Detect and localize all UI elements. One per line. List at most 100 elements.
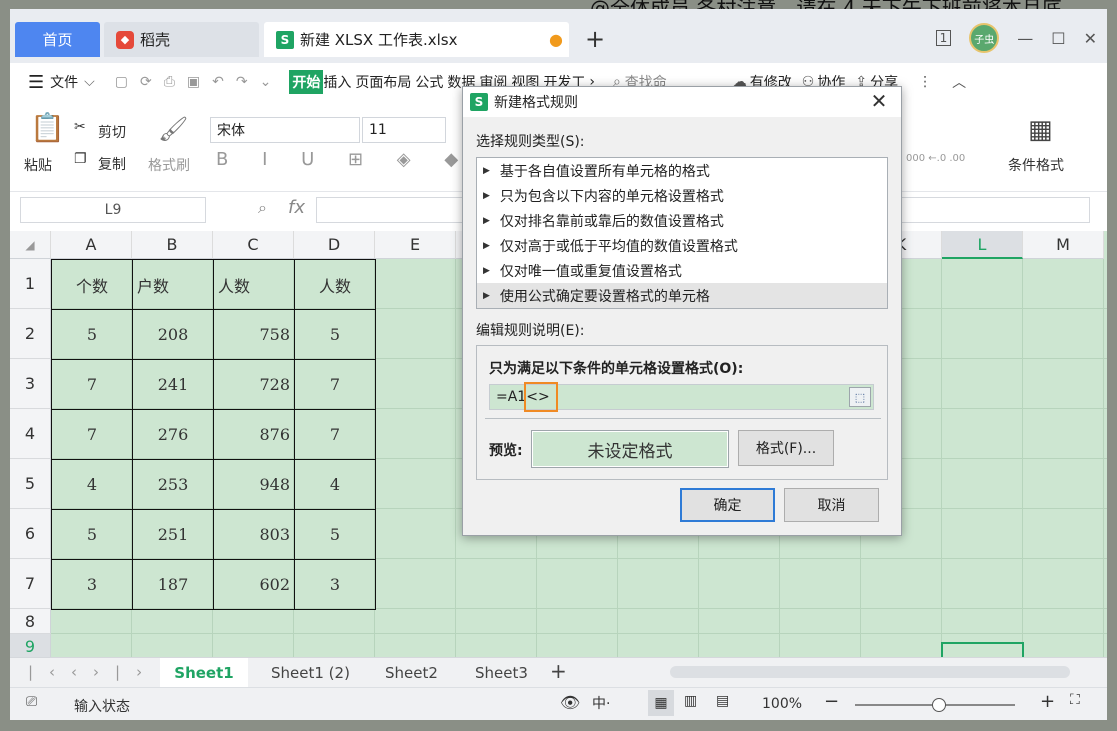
rule-type-item[interactable]: ▶ 只为包含以下内容的单元格设置格式 (477, 183, 887, 208)
table-cell[interactable]: 276 (132, 409, 214, 460)
row-header-1[interactable]: 1 (10, 259, 51, 309)
table-cell[interactable]: 241 (132, 359, 214, 410)
font-select[interactable]: 宋体 (210, 117, 360, 143)
table-cell[interactable]: 个数 (51, 259, 133, 310)
fx-button[interactable]: fx (288, 197, 305, 218)
table-cell[interactable]: 7 (294, 359, 376, 410)
column-header-B[interactable]: B (132, 231, 213, 259)
reading-view-icon[interactable]: ▤ (716, 693, 729, 709)
cancel-button[interactable]: 取消 (784, 488, 879, 522)
table-cell[interactable]: 5 (294, 509, 376, 560)
zoom-out-button[interactable]: − (824, 691, 839, 712)
number-format-icons[interactable]: 000 ←.0 .00 (906, 153, 965, 164)
menu-start[interactable]: 开始 (289, 70, 324, 94)
add-sheet-button[interactable]: + (550, 659, 567, 683)
table-cell[interactable]: 251 (132, 509, 214, 560)
zoom-slider-thumb[interactable] (932, 698, 946, 712)
column-header-C[interactable]: C (213, 231, 294, 259)
macro-record-icon[interactable]: ⎚ (26, 694, 37, 710)
table-cell[interactable]: 7 (51, 359, 133, 410)
row-header-7[interactable]: 7 (10, 559, 51, 609)
table-cell[interactable]: 人数 (294, 259, 376, 310)
menu-page-layout[interactable]: 页面布局 (355, 72, 411, 92)
close-window-button[interactable]: ✕ (1084, 29, 1097, 48)
table-cell[interactable]: 758 (213, 309, 295, 360)
menu-formula[interactable]: 公式 (415, 72, 443, 92)
rule-type-item[interactable]: ▶ 使用公式确定要设置格式的单元格 (477, 283, 887, 308)
tab-current-file[interactable]: S 新建 XLSX 工作表.xlsx ● (264, 22, 569, 57)
table-cell[interactable]: 7 (51, 409, 133, 460)
row-header-6[interactable]: 6 (10, 509, 51, 559)
paste-button[interactable]: 粘贴 (24, 155, 52, 175)
column-header-L[interactable]: L (942, 231, 1023, 259)
table-cell[interactable]: 3 (51, 559, 133, 610)
paste-icon[interactable]: 📋 (30, 111, 65, 144)
table-cell[interactable]: 户数 (132, 259, 214, 310)
minimize-button[interactable]: — (1017, 29, 1033, 48)
row-header-5[interactable]: 5 (10, 459, 51, 509)
cut-button[interactable]: 剪切 (98, 122, 126, 142)
table-cell[interactable]: 602 (213, 559, 295, 610)
font-size-select[interactable]: 11 (362, 117, 446, 143)
hamburger-icon[interactable]: ☰ (28, 72, 44, 93)
table-cell[interactable]: 253 (132, 459, 214, 510)
maximize-button[interactable]: ☐ (1051, 29, 1065, 48)
conditional-format-icon[interactable]: ▦ (1028, 115, 1053, 145)
dialog-close-button[interactable]: ✕ (869, 89, 889, 113)
row-header-2[interactable]: 2 (10, 309, 51, 359)
sheet-tab-sheet3[interactable]: Sheet3 (475, 664, 528, 682)
avatar[interactable]: 子虫 (969, 23, 1000, 53)
collapse-ribbon-icon[interactable]: ︿ (952, 72, 966, 92)
menu-insert[interactable]: 插入 (323, 72, 351, 92)
tab-home[interactable]: 首页 (15, 22, 100, 57)
select-all-corner[interactable]: ◢ (10, 231, 51, 259)
more-menu-icon[interactable]: ⋮ (918, 74, 932, 90)
sheet-tab-sheet2[interactable]: Sheet2 (385, 664, 438, 682)
table-cell[interactable]: 5 (51, 509, 133, 560)
zoom-level[interactable]: 100% (762, 696, 802, 712)
table-cell[interactable]: 187 (132, 559, 214, 610)
table-cell[interactable]: 3 (294, 559, 376, 610)
row-header-3[interactable]: 3 (10, 359, 51, 409)
row-header-9[interactable]: 9 (10, 634, 51, 659)
rule-type-item[interactable]: ▶ 仅对唯一值或重复值设置格式 (477, 258, 887, 283)
zoom-in-button[interactable]: + (1040, 691, 1055, 712)
page-break-view-icon[interactable]: ▥ (684, 693, 697, 709)
table-cell[interactable]: 876 (213, 409, 295, 460)
table-cell[interactable]: 728 (213, 359, 295, 410)
format-painter-icon[interactable]: 🖌 (158, 115, 188, 143)
formula-field[interactable]: =A1<> ⬚ (489, 382, 874, 412)
workspace-badge[interactable]: 1 (935, 30, 952, 46)
table-cell[interactable]: 4 (294, 459, 376, 510)
menu-file[interactable]: 文件 (50, 72, 78, 92)
table-cell[interactable]: 人数 (213, 259, 295, 310)
sheet-tab-sheet1-2[interactable]: Sheet1 (2) (271, 664, 350, 682)
rule-type-item[interactable]: ▶ 仅对高于或低于平均值的数值设置格式 (477, 233, 887, 258)
zoom-slider[interactable] (855, 698, 1015, 712)
row-header-8[interactable]: 8 (10, 609, 51, 634)
name-box[interactable]: L9 (20, 197, 206, 223)
range-select-icon[interactable]: ⬚ (849, 387, 871, 407)
table-cell[interactable]: 208 (132, 309, 214, 360)
conditional-format-button[interactable]: 条件格式 (1008, 155, 1064, 175)
eye-protect-icon[interactable]: 👁 (560, 693, 580, 712)
horizontal-scrollbar[interactable] (670, 666, 1070, 678)
rule-type-item[interactable]: ▶ 基于各自值设置所有单元格的格式 (477, 158, 887, 183)
ok-button[interactable]: 确定 (680, 488, 775, 522)
table-cell[interactable]: 803 (213, 509, 295, 560)
sheet-tab-sheet1[interactable]: Sheet1 (160, 658, 248, 687)
table-cell[interactable]: 5 (51, 309, 133, 360)
rule-type-list[interactable]: ▶ 基于各自值设置所有单元格的格式 ▶ 只为包含以下内容的单元格设置格式 ▶ 仅对排名靠前… (476, 157, 888, 309)
column-header-D[interactable]: D (294, 231, 375, 259)
sheet-nav-icons[interactable]: |‹‹›|› (28, 663, 158, 681)
format-painter-button[interactable]: 格式刷 (148, 155, 190, 175)
rule-type-item[interactable]: ▶ 仅对排名靠前或靠后的数值设置格式 (477, 208, 887, 233)
format-button[interactable]: 格式(F)... (738, 430, 834, 466)
column-header-E[interactable]: E (375, 231, 456, 259)
tab-daoke[interactable]: ◆ 稻壳 (104, 22, 259, 57)
column-header-M[interactable]: M (1023, 231, 1104, 259)
new-tab-button[interactable]: + (585, 25, 605, 53)
zoom-formula-icon[interactable]: ⌕ (258, 198, 267, 218)
copy-button[interactable]: 复制 (98, 154, 126, 174)
normal-view-icon[interactable]: ▦ (648, 690, 674, 716)
